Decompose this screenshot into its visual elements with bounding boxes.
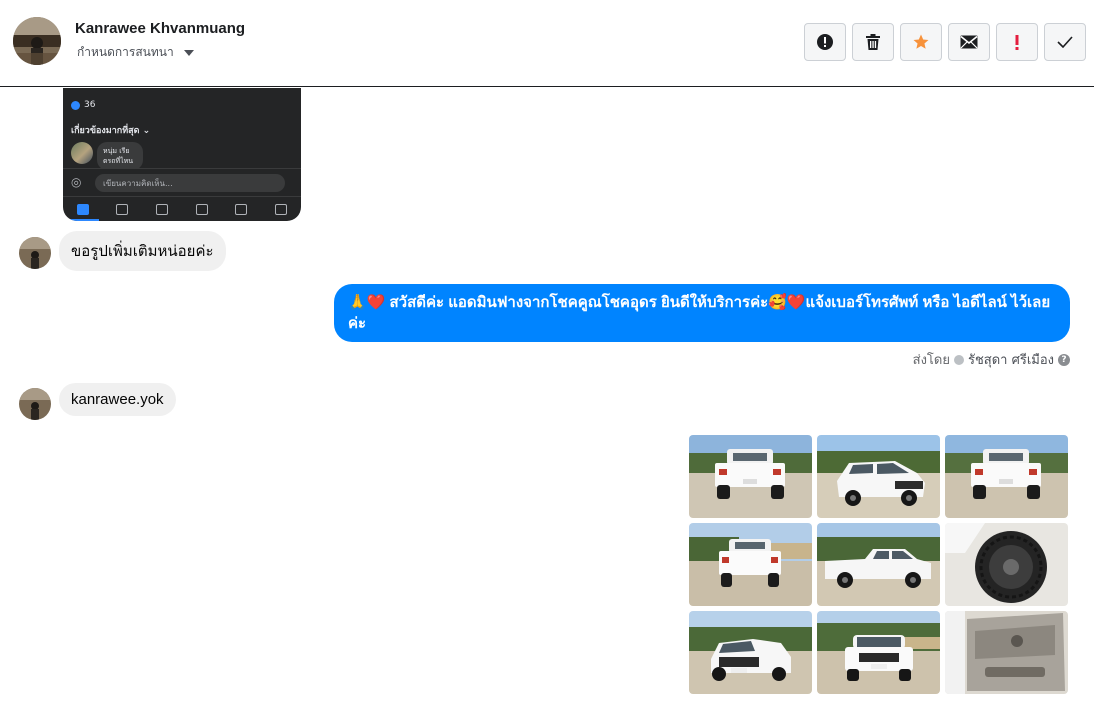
bell-icon <box>235 203 248 215</box>
sender-avatar[interactable] <box>19 237 51 269</box>
home-icon <box>76 203 89 215</box>
star-icon <box>913 34 929 49</box>
sent-by-info: ส่งโดย รัชสุดา ศรีเมือง ? <box>913 349 1070 370</box>
truck-front-photo-2[interactable] <box>689 611 812 694</box>
mark-spam-button[interactable] <box>804 23 846 61</box>
message-bubble-incoming[interactable]: ขอรูปเพิ่มเติมหน่อยค่ะ <box>59 231 226 271</box>
conversation-status-dropdown[interactable]: กำหนดการสนทนา <box>77 43 194 62</box>
chevron-down-icon <box>183 49 194 56</box>
comment-bubble: หนุ่ม เรีย ดรถที่ไหน <box>97 142 143 170</box>
truck-front-photo-1[interactable] <box>817 435 940 518</box>
help-icon[interactable]: ? <box>1058 353 1070 366</box>
commenter-avatar <box>71 142 93 164</box>
friends-icon <box>116 203 129 215</box>
truck-front-photo-3[interactable] <box>817 611 940 694</box>
conversation-toolbar <box>804 23 1086 61</box>
star-button[interactable] <box>900 23 942 61</box>
watch-icon <box>156 203 169 215</box>
mark-unread-button[interactable] <box>948 23 990 61</box>
truck-interior-door-photo[interactable] <box>945 611 1068 694</box>
conversation-header: Kanrawee Khvanmuang กำหนดการสนทนา <box>0 0 1094 87</box>
mail-icon <box>960 35 978 49</box>
follow-up-button[interactable] <box>996 23 1038 61</box>
active-tab-indicator <box>69 219 99 221</box>
message-bubble-incoming[interactable]: kanrawee.yok <box>59 383 176 416</box>
sent-by-agent[interactable]: รัชสุดา ศรีเมือง <box>968 349 1054 370</box>
conversation-status-label: กำหนดการสนทนา <box>77 45 174 59</box>
messenger-conversation: Kanrawee Khvanmuang กำหนดการสนทนา 36 เกี… <box>0 0 1094 711</box>
truck-rear-photo-2[interactable] <box>945 435 1068 518</box>
message-thread[interactable]: 36 เกี่ยวข้องมากที่สุด ⌄ หนุ่ม เรีย ดรถท… <box>0 88 1094 711</box>
like-icon <box>71 100 80 110</box>
contact-avatar[interactable] <box>13 17 61 65</box>
check-icon <box>1057 36 1073 48</box>
comment-placeholder: เขียนความคิดเห็น... <box>95 174 285 192</box>
reaction-count: 36 <box>71 100 95 110</box>
app-bottom-nav <box>63 196 301 221</box>
trash-icon <box>866 34 880 50</box>
delete-button[interactable] <box>852 23 894 61</box>
truck-side-photo[interactable] <box>817 523 940 606</box>
report-icon <box>817 34 833 50</box>
message-bubble-outgoing[interactable]: 🙏❤️ สวัสดีค่ะ แอดมินฟางจากโชคคูณโชคอุดร … <box>334 284 1070 342</box>
shared-screenshot-image[interactable]: 36 เกี่ยวข้องมากที่สุด ⌄ หนุ่ม เรีย ดรถท… <box>63 88 301 221</box>
camera-icon: ◎ <box>71 175 82 189</box>
photo-attachment-grid <box>689 435 1068 694</box>
agent-dot-icon <box>953 354 964 365</box>
sender-avatar[interactable] <box>19 388 51 420</box>
comment-filter-label: เกี่ยวข้องมากที่สุด ⌄ <box>71 126 151 136</box>
sent-by-prefix: ส่งโดย <box>912 353 950 368</box>
contact-name[interactable]: Kanrawee Khvanmuang <box>75 20 245 37</box>
truck-wheel-photo[interactable] <box>945 523 1068 606</box>
menu-icon <box>275 203 288 215</box>
truck-rear-photo-1[interactable] <box>689 435 812 518</box>
comment-compose-bar: ◎ เขียนความคิดเห็น... <box>63 168 301 196</box>
truck-rear-photo-3[interactable] <box>689 523 812 606</box>
mark-done-button[interactable] <box>1044 23 1086 61</box>
dating-icon <box>195 203 208 215</box>
important-icon <box>1015 35 1019 50</box>
